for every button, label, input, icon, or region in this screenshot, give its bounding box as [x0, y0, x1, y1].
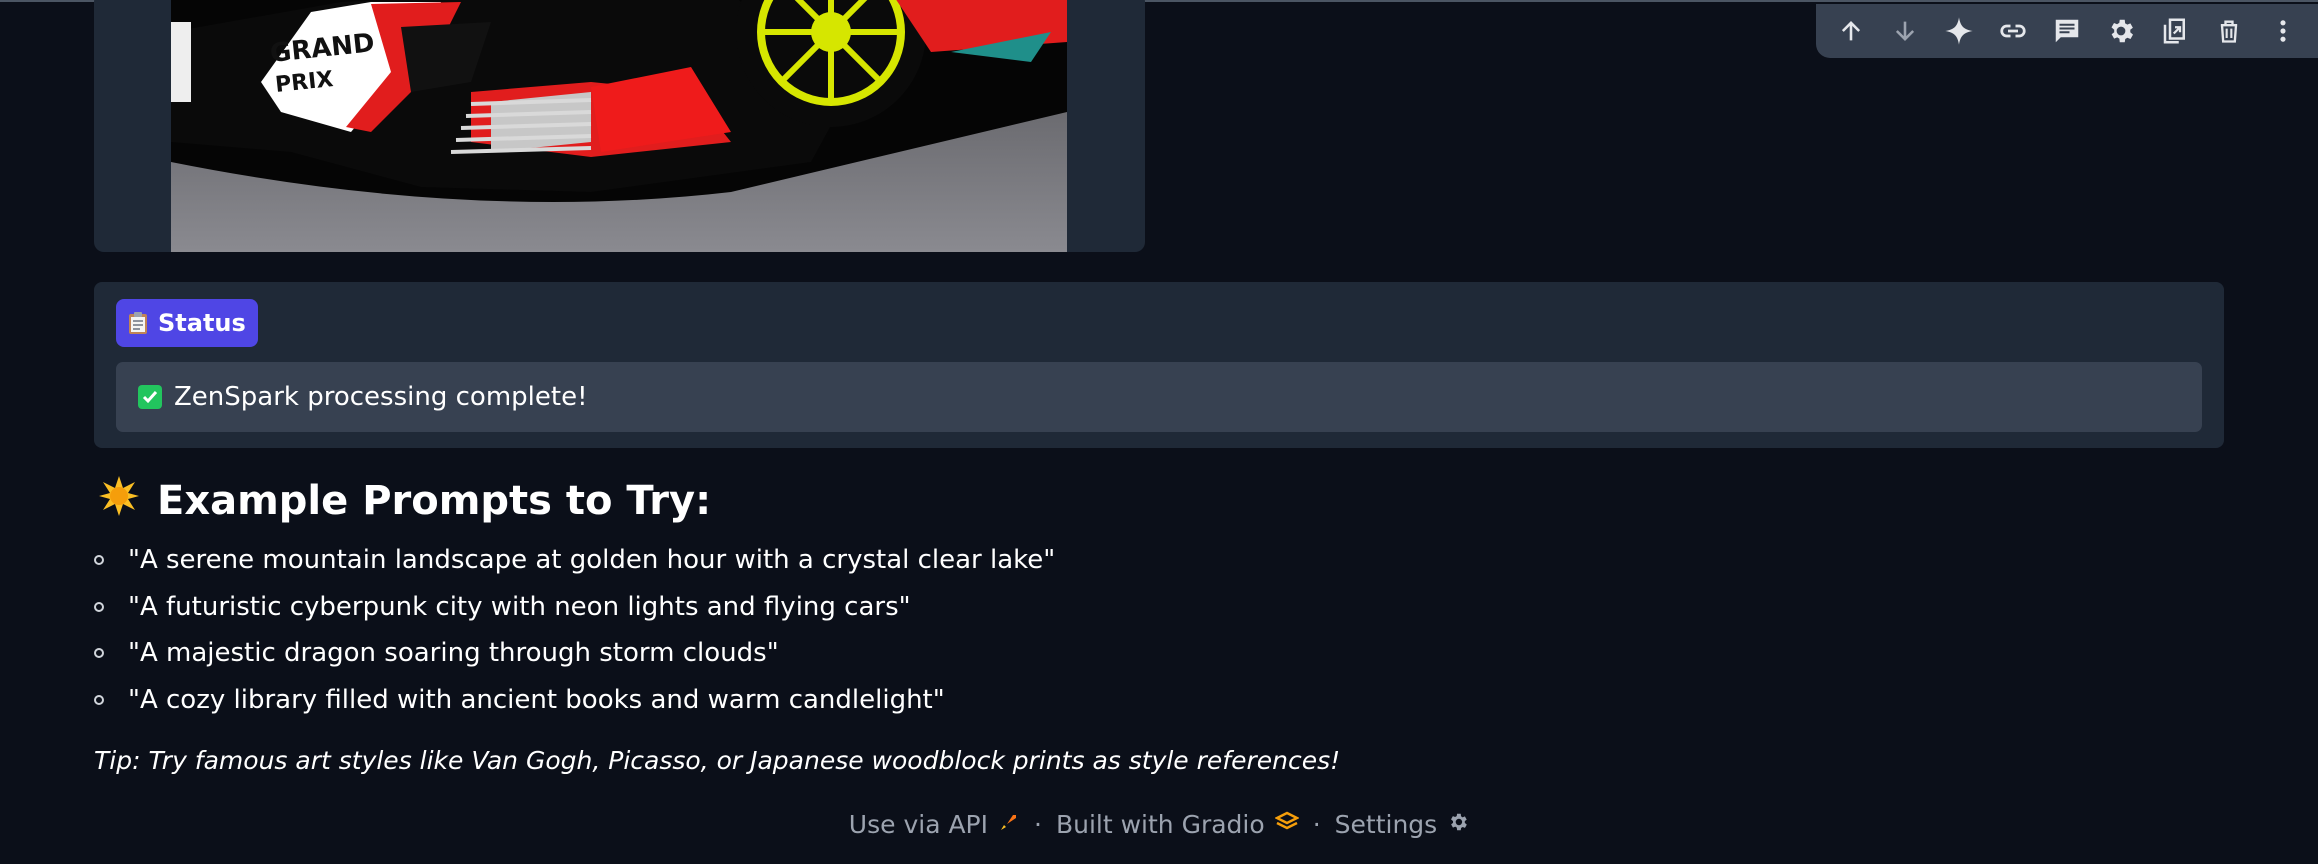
prompt-text: "A majestic dragon soaring through storm…	[128, 638, 779, 669]
arrow-up-icon[interactable]	[1829, 9, 1873, 53]
status-message: ZenSpark processing complete!	[174, 382, 588, 412]
examples-heading: Example Prompts to Try:	[97, 474, 711, 528]
bullet-icon	[94, 694, 104, 705]
list-item: "A serene mountain landscape at golden h…	[94, 537, 1055, 584]
list-item: "A cozy library filled with ancient book…	[94, 677, 1055, 724]
footer-separator: ·	[1034, 810, 1042, 839]
prompt-text: "A cozy library filled with ancient book…	[128, 684, 945, 715]
gear-icon[interactable]	[2099, 9, 2143, 53]
example-prompts-list: "A serene mountain landscape at golden h…	[94, 537, 1055, 723]
clipboard-icon	[128, 311, 148, 335]
status-label: Status	[116, 299, 258, 347]
footer-separator: ·	[1312, 810, 1321, 839]
bullet-icon	[94, 648, 104, 659]
status-label-text: Status	[158, 309, 246, 337]
status-panel: Status ZenSpark processing complete!	[94, 282, 2224, 448]
generated-image[interactable]: GRAND PRIX	[171, 0, 1067, 252]
more-vert-icon[interactable]	[2261, 9, 2305, 53]
settings-link[interactable]: Settings	[1335, 810, 1470, 839]
tip-text: Tip: Try famous art styles like Van Gogh…	[94, 746, 1341, 775]
sparkle-icon[interactable]	[1937, 9, 1981, 53]
settings-label: Settings	[1334, 810, 1438, 839]
use-via-api-label: Use via API	[848, 810, 989, 839]
trash-icon[interactable]	[2207, 9, 2251, 53]
sparkle-emoji-icon	[97, 474, 141, 528]
use-via-api-link[interactable]: Use via API	[849, 810, 1020, 839]
status-textbox[interactable]: ZenSpark processing complete!	[116, 362, 2202, 432]
image-output-panel: GRAND PRIX	[94, 0, 1145, 252]
arrow-down-icon[interactable]	[1883, 9, 1927, 53]
footer: Use via API · Built with Gradio · Settin…	[0, 810, 2318, 839]
list-item: "A majestic dragon soaring through storm…	[94, 630, 1055, 677]
settings-gear-icon	[1447, 810, 1469, 839]
prompt-text: "A futuristic cyberpunk city with neon l…	[128, 591, 911, 622]
rocket-icon	[998, 810, 1020, 839]
built-with-gradio-label: Built with Gradio	[1055, 810, 1265, 839]
examples-heading-text: Example Prompts to Try:	[157, 478, 712, 524]
list-item: "A futuristic cyberpunk city with neon l…	[94, 584, 1055, 631]
comment-icon[interactable]	[2045, 9, 2089, 53]
cell-toolbar	[1816, 4, 2318, 58]
bullet-icon	[94, 601, 104, 612]
bullet-icon	[94, 555, 104, 566]
built-with-gradio-link[interactable]: Built with Gradio	[1055, 810, 1300, 839]
gradio-logo-icon	[1273, 810, 1300, 839]
link-icon[interactable]	[1991, 9, 2035, 53]
copy-icon[interactable]	[2153, 9, 2197, 53]
prompt-text: "A serene mountain landscape at golden h…	[128, 545, 1056, 576]
checkmark-icon	[138, 385, 162, 409]
